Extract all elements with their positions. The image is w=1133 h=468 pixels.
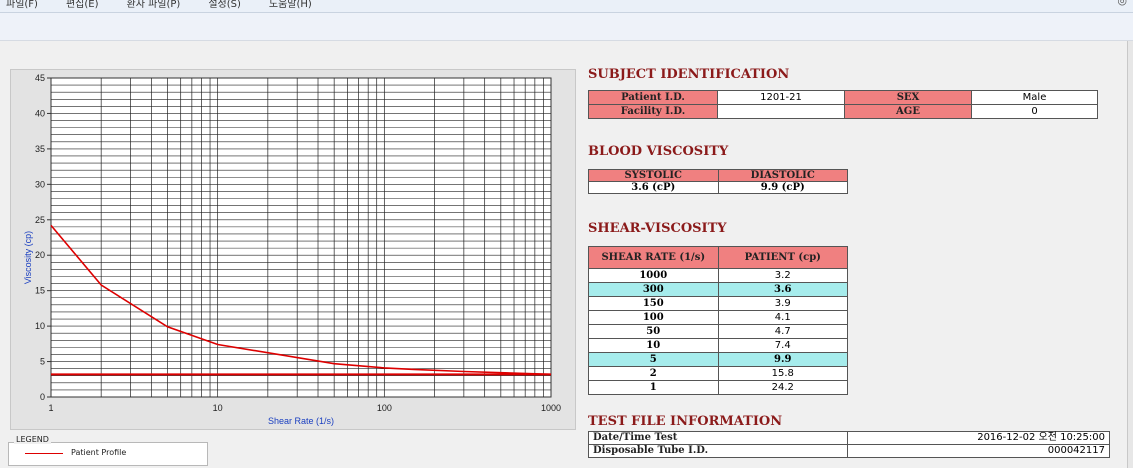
viscosity-chart-svg: 0 5 10 15 20 25 30 35 40 45 1 10 100 1000 Shear Rate (…	[23, 73, 561, 426]
systolic-value: 3.6 (cP)	[588, 181, 719, 194]
patient-value-cell: 9.9	[717, 352, 848, 367]
table-row: 300 3.6	[588, 282, 848, 297]
datetime-value: 2016-12-02 오전 10:25:00	[847, 431, 1110, 445]
shear-rate-header: SHEAR RATE (1/s)	[588, 246, 719, 269]
diastolic-value: 9.9 (cP)	[717, 181, 848, 194]
sex-value: Male	[971, 90, 1098, 105]
shear-rate-cell: 10	[588, 338, 719, 353]
patient-value-cell: 4.7	[717, 324, 848, 339]
patient-value-cell: 3.6	[717, 282, 848, 297]
plot-area	[50, 77, 552, 398]
age-value: 0	[971, 104, 1098, 119]
subject-table: Patient I.D. 1201-21 SEX Male Facility I…	[588, 90, 1098, 119]
table-row: 1000 3.2	[588, 268, 848, 283]
facility-id-value	[717, 104, 845, 119]
menu-item[interactable]: 파일(F)	[6, 0, 38, 10]
shear-viscosity-table: SHEAR RATE (1/s) PATIENT (cp) 1000 3.2 300…	[588, 246, 848, 395]
patient-id-value: 1201-21	[717, 90, 845, 105]
x-tick-label: 10	[213, 403, 223, 413]
y-tick-label: 30	[35, 179, 45, 189]
shear-rate-cell: 2	[588, 366, 719, 381]
table-row: 2 15.8	[588, 366, 848, 381]
menu-item[interactable]: 도움말(H)	[269, 0, 312, 10]
menu-item[interactable]: 설정(S)	[208, 0, 241, 10]
y-axis-label: Viscosity (cp)	[23, 231, 33, 284]
shear-rate-cell: 1000	[588, 268, 719, 283]
legend-swatch	[25, 453, 63, 454]
blood-viscosity-table: SYSTOLIC DIASTOLIC 3.6 (cP) 9.9 (cP)	[588, 169, 848, 194]
vertical-scrollbar[interactable]	[1127, 41, 1133, 468]
legend-label: Patient Profile	[71, 448, 127, 457]
x-tick-label: 1000	[541, 403, 561, 413]
y-tick-label: 40	[35, 108, 45, 118]
shear-table-body: 1000 3.2 300 3.6 150 3.9 100 4.1 50 4.7 10 7.4 5 9.9 2…	[588, 268, 848, 395]
shear-rate-cell: 1	[588, 380, 719, 395]
tube-id-label: Disposable Tube I.D.	[588, 444, 848, 458]
patient-header: PATIENT (cp)	[717, 246, 848, 269]
patient-id-label: Patient I.D.	[588, 90, 718, 105]
patient-value-cell: 3.9	[717, 296, 848, 311]
shear-rate-cell: 100	[588, 310, 719, 325]
shear-rate-cell: 50	[588, 324, 719, 339]
legend-box: LEGEND Patient Profile	[8, 435, 208, 466]
y-tick-label: 20	[35, 250, 45, 260]
menu-item[interactable]: 환자 파일(P)	[127, 0, 181, 10]
table-row: 150 3.9	[588, 296, 848, 311]
shear-viscosity-title: SHEAR-VISCOSITY	[588, 221, 727, 236]
shear-rate-cell: 300	[588, 282, 719, 297]
menu-item[interactable]: 편집(E)	[66, 0, 99, 10]
y-tick-label: 35	[35, 144, 45, 154]
menu-bar: 파일(F) 편집(E) 환자 파일(P) 설정(S) 도움말(H) ◎	[0, 0, 1133, 13]
shear-rate-cell: 5	[588, 352, 719, 367]
x-tick-label: 1	[48, 403, 53, 413]
help-icon[interactable]: ◎	[1117, 0, 1127, 7]
test-file-title: TEST FILE INFORMATION	[588, 414, 783, 429]
table-row: 100 4.1	[588, 310, 848, 325]
menu-items: 파일(F) 편집(E) 환자 파일(P) 설정(S) 도움말(H)	[6, 0, 340, 10]
table-row: 50 4.7	[588, 324, 848, 339]
subject-identification-title: SUBJECT IDENTIFICATION	[588, 67, 790, 82]
patient-value-cell: 4.1	[717, 310, 848, 325]
patient-value-cell: 15.8	[717, 366, 848, 381]
datetime-label: Date/Time Test	[588, 431, 848, 445]
sex-label: SEX	[844, 90, 972, 105]
diastolic-label: DIASTOLIC	[717, 169, 848, 182]
table-row: 10 7.4	[588, 338, 848, 353]
x-axis-label: Shear Rate (1/s)	[268, 416, 334, 426]
y-tick-label: 5	[40, 357, 45, 367]
legend-title: LEGEND	[14, 435, 51, 444]
shear-rate-cell: 150	[588, 296, 719, 311]
age-label: AGE	[844, 104, 972, 119]
blood-viscosity-title: BLOOD VISCOSITY	[588, 144, 729, 159]
patient-value-cell: 3.2	[717, 268, 848, 283]
patient-value-cell: 24.2	[717, 380, 848, 395]
x-tick-label: 100	[377, 403, 392, 413]
table-row: 5 9.9	[588, 352, 848, 367]
y-tick-label: 10	[35, 321, 45, 331]
toolbar-band	[0, 13, 1133, 41]
viscosity-chart: 0 5 10 15 20 25 30 35 40 45 1 10 100 1000 Shear Rate (…	[10, 69, 576, 430]
systolic-label: SYSTOLIC	[588, 169, 719, 182]
y-tick-label: 25	[35, 215, 45, 225]
y-tick-label: 15	[35, 286, 45, 296]
facility-id-label: Facility I.D.	[588, 104, 718, 119]
tube-id-value: 000042117	[847, 444, 1110, 458]
table-row: 1 24.2	[588, 380, 848, 395]
y-tick-label: 0	[40, 392, 45, 402]
y-tick-label: 45	[35, 73, 45, 83]
patient-value-cell: 7.4	[717, 338, 848, 353]
test-file-table: Date/Time Test 2016-12-02 오전 10:25:00 Di…	[588, 431, 1110, 458]
